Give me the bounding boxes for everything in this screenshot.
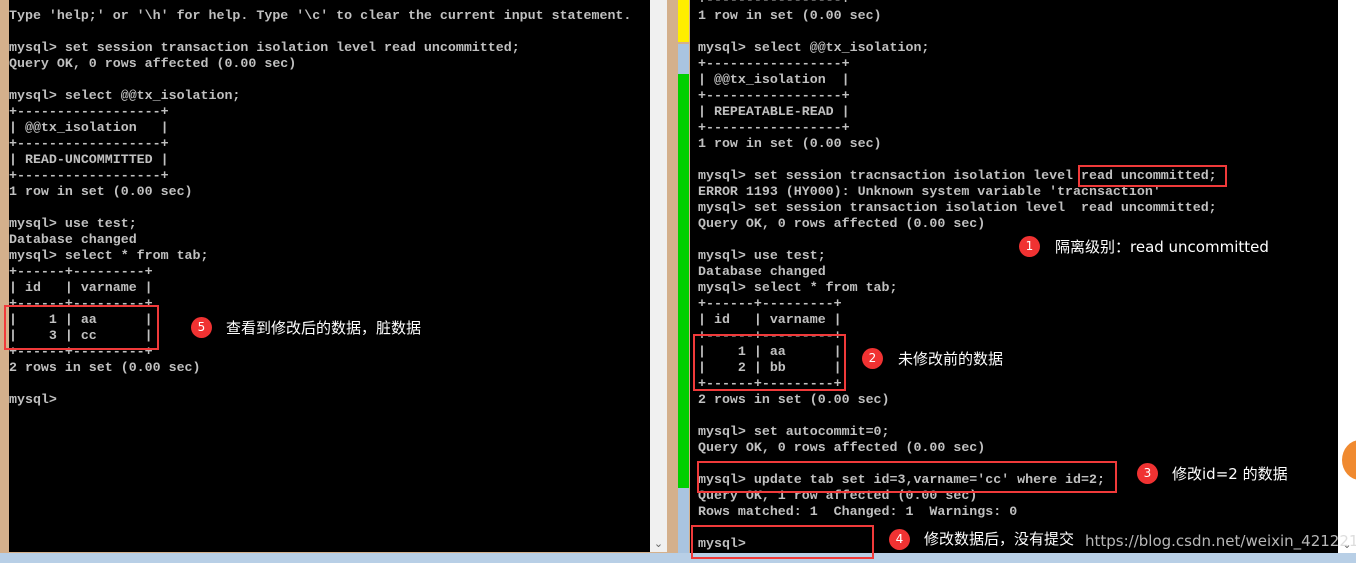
terminal-line: | id | varname |: [698, 312, 842, 327]
highlight-box-dirty-data: [4, 305, 159, 350]
terminal-line: 1 row in set (0.00 sec): [9, 184, 193, 199]
terminal-line: mysql> use test;: [9, 216, 137, 231]
annotation-badge-5: 5: [191, 317, 212, 338]
terminal-line: +-----------------+: [698, 0, 1217, 8]
background-window-footer: [678, 488, 689, 563]
terminal-line: Database changed: [9, 232, 137, 247]
terminal-line: Query OK, 0 rows affected (0.00 sec): [9, 56, 297, 71]
highlight-box-update: [697, 461, 1117, 493]
annotation-text-5: 查看到修改后的数据，脏数据: [226, 319, 422, 337]
scroll-down-icon[interactable]: ⌄: [650, 537, 667, 550]
terminal-line: mysql> select @@tx_isolation;: [9, 88, 241, 103]
left-scrollbar[interactable]: ⌄: [650, 0, 667, 552]
terminal-line: mysql> set autocommit=0;: [698, 424, 890, 439]
annotation-badge-4: 4: [889, 529, 910, 550]
background-window-strip: [678, 0, 689, 42]
background-window-tab: [678, 44, 689, 74]
terminal-line: | id | varname |: [9, 280, 153, 295]
terminal-line: Query OK, 0 rows affected (0.00 sec): [698, 216, 986, 231]
annotation-badge-1: 1: [1019, 236, 1040, 257]
terminal-line: +-----------------+: [698, 88, 850, 103]
terminal-line: +------------------+: [9, 136, 169, 151]
annotation-badge-3: 3: [1137, 463, 1158, 484]
annotation-text-1: 隔离级别：read uncommitted: [1055, 238, 1269, 256]
annotation-text-4: 修改数据后，没有提交: [924, 530, 1075, 548]
background-window-content: [678, 74, 689, 488]
terminal-line: +-----------------+: [698, 56, 850, 71]
terminal-line: mysql> set session transaction isolation…: [698, 200, 1217, 215]
annotation-badge-2: 2: [862, 348, 883, 369]
terminal-line: mysql>: [9, 392, 57, 407]
terminal-line: | @@tx_isolation |: [698, 72, 850, 87]
terminal-line: mysql> select @@tx_isolation;: [698, 40, 930, 55]
terminal-line: mysql> set session transaction isolation…: [9, 40, 520, 55]
terminal-line: +------------------+: [9, 104, 169, 119]
terminal-line: +------+---------+: [9, 264, 153, 279]
terminal-line: 1 row in set (0.00 sec): [698, 136, 882, 151]
annotation-text-3: 修改id=2 的数据: [1172, 465, 1288, 483]
terminal-line: mysql> select * from tab;: [698, 280, 898, 295]
terminal-line: 2 rows in set (0.00 sec): [9, 360, 201, 375]
terminal-line: Database changed: [698, 264, 826, 279]
taskbar: [0, 553, 1356, 563]
highlight-box-read-uncommitted: [1078, 165, 1227, 187]
highlight-box-uncommitted-prompt: [691, 525, 874, 559]
terminal-line: Rows matched: 1 Changed: 1 Warnings: 0: [698, 504, 1018, 519]
terminal-line: Query OK, 0 rows affected (0.00 sec): [698, 440, 986, 455]
terminal-line: | READ-UNCOMMITTED |: [9, 152, 169, 167]
terminal-line: +------------------+: [9, 168, 169, 183]
terminal-line: | @@tx_isolation |: [9, 120, 169, 135]
left-mysql-terminal[interactable]: Type 'help;' or '\h' for help. Type '\c'…: [9, 0, 650, 552]
terminal-line: +-----------------+: [698, 120, 850, 135]
terminal-line: | REPEATABLE-READ |: [698, 104, 850, 119]
annotation-text-2: 未修改前的数据: [898, 350, 1004, 368]
terminal-line: Type 'help;' or '\h' for help. Type '\c'…: [9, 8, 632, 23]
watermark: https://blog.csdn.net/weixin_42122125: [1085, 532, 1356, 550]
terminal-line: +------+---------+: [698, 296, 842, 311]
terminal-line: 2 rows in set (0.00 sec): [698, 392, 890, 407]
terminal-line: mysql> select * from tab;: [9, 248, 209, 263]
highlight-box-original-data: [693, 334, 846, 391]
terminal-line: 1 row in set (0.00 sec): [698, 8, 882, 23]
